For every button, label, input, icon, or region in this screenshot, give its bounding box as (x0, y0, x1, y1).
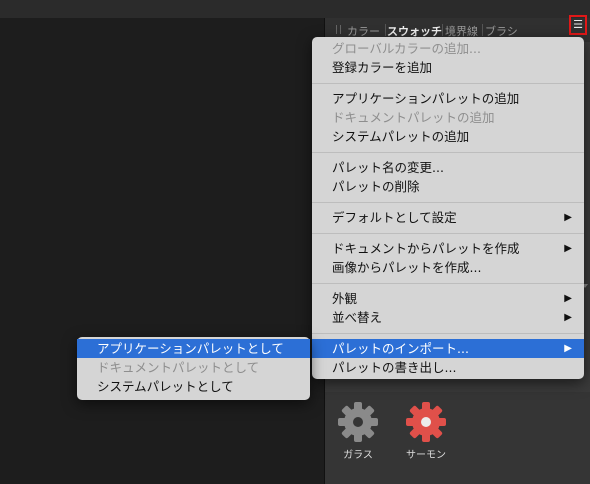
menu-item-delete-palette[interactable]: パレットの削除 (312, 177, 584, 196)
menu-item-sort[interactable]: 並べ替え ▶ (312, 308, 584, 327)
swatch-salmon[interactable]: サーモン (401, 400, 451, 461)
menu-item-label: パレットのインポート... (332, 341, 469, 356)
panel-dropdown-menu: グローバルカラーの追加... 登録カラーを追加 アプリケーションパレットの追加 … (312, 37, 584, 379)
submenu-arrow-icon: ▶ (564, 312, 572, 323)
menu-item-label: デフォルトとして設定 (332, 210, 457, 225)
import-palette-submenu: アプリケーションパレットとして ドキュメントパレットとして システムパレットとし… (77, 337, 310, 400)
top-bar (0, 0, 590, 18)
menu-item-appearance[interactable]: 外観 ▶ (312, 289, 584, 308)
menu-item-add-global-color: グローバルカラーの追加... (332, 41, 481, 56)
menu-separator (312, 83, 584, 84)
menu-item-import-palette[interactable]: パレットのインポート... ▶ (312, 339, 584, 358)
menu-separator (312, 283, 584, 284)
menu-separator (312, 233, 584, 234)
submenu-item-as-system-palette[interactable]: システムパレットとして (77, 377, 310, 396)
menu-separator (312, 202, 584, 203)
swatch-label: ガラス (343, 450, 373, 461)
menu-item-create-palette-from-document[interactable]: ドキュメントからパレットを作成 ▶ (312, 239, 584, 258)
submenu-arrow-icon: ▶ (564, 243, 572, 254)
gear-icon (338, 402, 378, 442)
menu-item-create-palette-from-image[interactable]: 画像からパレットを作成... (312, 258, 584, 277)
menu-item-add-document-palette: ドキュメントパレットの追加 (332, 110, 495, 125)
hamburger-menu-icon: ☰ (573, 18, 583, 31)
submenu-arrow-icon: ▶ (564, 343, 572, 354)
swatch-glass[interactable]: ガラス (333, 400, 383, 461)
submenu-item-as-application-palette[interactable]: アプリケーションパレットとして (77, 339, 310, 358)
menu-separator (312, 333, 584, 334)
submenu-item-as-document-palette: ドキュメントパレットとして (97, 360, 260, 375)
panel-menu-button[interactable]: ☰ (569, 15, 587, 35)
panel-grip-icon[interactable]: || (335, 25, 343, 35)
tab-divider (482, 24, 483, 36)
menu-item-label: 外観 (332, 291, 358, 306)
tab-divider (385, 24, 386, 36)
menu-item-add-system-palette[interactable]: システムパレットの追加 (312, 127, 584, 146)
menu-item-rename-palette[interactable]: パレット名の変更... (312, 158, 584, 177)
menu-separator (312, 152, 584, 153)
menu-item-export-palette[interactable]: パレットの書き出し... (312, 358, 584, 377)
tab-divider (442, 24, 443, 36)
submenu-arrow-icon: ▶ (564, 212, 572, 223)
swatch-label: サーモン (406, 450, 446, 461)
menu-item-add-registered-color[interactable]: 登録カラーを追加 (312, 58, 584, 77)
submenu-arrow-icon: ▶ (564, 293, 572, 304)
menu-item-add-application-palette[interactable]: アプリケーションパレットの追加 (312, 89, 584, 108)
gear-icon (406, 402, 446, 442)
menu-item-label: 並べ替え (332, 310, 383, 325)
menu-item-set-as-default[interactable]: デフォルトとして設定 ▶ (312, 208, 584, 227)
menu-item-label: ドキュメントからパレットを作成 (332, 241, 520, 256)
document-canvas[interactable] (0, 18, 324, 484)
